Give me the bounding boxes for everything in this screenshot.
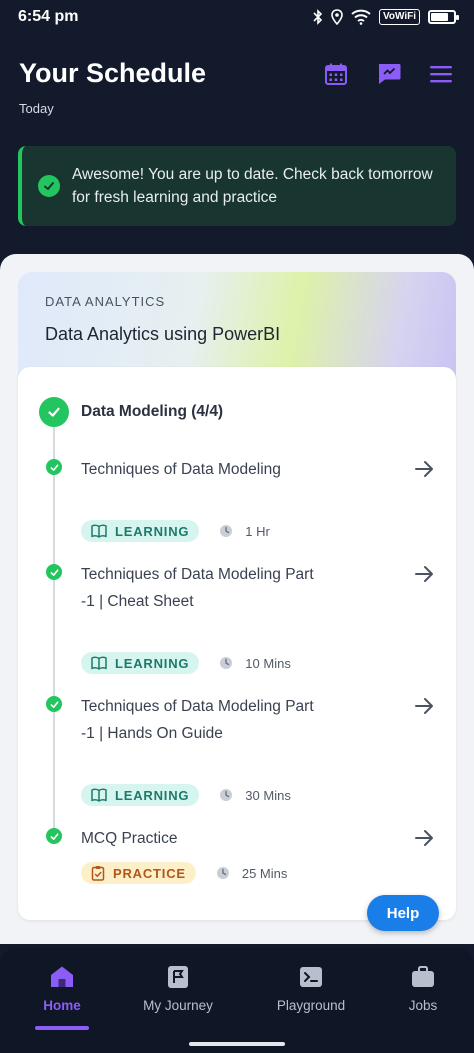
module-card: Data Modeling (4/4) Techniques of Data M…: [18, 367, 456, 920]
arrow-right-icon[interactable]: [413, 563, 435, 585]
wifi-icon: [351, 9, 371, 25]
item-check-icon: [46, 564, 62, 580]
nav-label: Jobs: [408, 998, 438, 1013]
item-check-icon: [46, 696, 62, 712]
vowifi-badge: VoWiFi: [378, 9, 420, 25]
item-meta: PRACTICE 25 Mins: [81, 862, 287, 884]
banner-message: Awesome! You are up to date. Check back …: [72, 166, 433, 206]
item-type: PRACTICE: [113, 865, 186, 881]
arrow-right-icon[interactable]: [413, 695, 435, 717]
item-title: Techniques of Data Modeling Part -1 | Ha…: [81, 698, 314, 742]
learning-badge: LEARNING: [81, 520, 200, 542]
calendar-icon[interactable]: [322, 60, 350, 88]
help-button[interactable]: Help: [367, 895, 439, 931]
status-icons: VoWiFi: [313, 9, 459, 25]
course-category: DATA ANALYTICS: [45, 294, 166, 309]
bluetooth-icon: [313, 9, 323, 25]
clock-icon: [220, 789, 233, 801]
item-duration: 30 Mins: [245, 787, 291, 803]
arrow-right-icon[interactable]: [413, 458, 435, 480]
location-icon: [331, 9, 343, 25]
item-type: LEARNING: [115, 523, 190, 539]
item-check-icon: [46, 459, 62, 475]
battery-icon: [428, 10, 459, 24]
clock-icon: [220, 657, 233, 669]
learning-badge: LEARNING: [81, 784, 200, 806]
menu-icon[interactable]: [427, 60, 455, 88]
schedule-sheet: DATA ANALYTICS Data Analytics using Powe…: [0, 254, 474, 944]
clipboard-icon: [91, 866, 105, 881]
journey-flag-icon: [165, 964, 191, 990]
status-time: 6:54 pm: [18, 8, 79, 25]
section-title: Data Modeling (4/4): [81, 403, 224, 420]
item-type: LEARNING: [115, 787, 190, 803]
terminal-icon: [298, 964, 324, 990]
item-duration: 10 Mins: [245, 655, 291, 671]
nav-jobs[interactable]: Jobs: [393, 948, 453, 1032]
clock-icon: [220, 525, 233, 537]
item-title: Techniques of Data Modeling: [81, 461, 281, 478]
briefcase-icon: [410, 964, 436, 990]
nav-playground[interactable]: Playground: [261, 948, 361, 1032]
bottom-nav: Home My Journey Playground Jobs: [0, 948, 474, 1053]
chat-icon[interactable]: [375, 60, 403, 88]
item-meta: LEARNING 10 Mins: [81, 652, 291, 674]
book-icon: [91, 524, 107, 538]
nav-label: My Journey: [143, 998, 213, 1013]
nav-home[interactable]: Home: [22, 948, 102, 1032]
item-title: Techniques of Data Modeling Part -1 | Ch…: [81, 566, 314, 610]
home-icon: [49, 964, 75, 990]
item-meta: LEARNING 30 Mins: [81, 784, 291, 806]
page-title: Your Schedule: [19, 58, 207, 88]
page-subtitle: Today: [19, 101, 54, 116]
status-bar: 6:54 pm VoWiFi: [0, 0, 474, 34]
item-duration: 1 Hr: [245, 523, 270, 539]
item-check-icon: [46, 828, 62, 844]
item-meta: LEARNING 1 Hr: [81, 520, 270, 542]
book-icon: [91, 656, 107, 670]
check-circle-icon: [38, 175, 60, 197]
arrow-right-icon[interactable]: [413, 827, 435, 849]
practice-badge: PRACTICE: [81, 862, 196, 884]
nav-my-journey[interactable]: My Journey: [128, 948, 228, 1032]
clock-icon: [216, 867, 229, 879]
item-type: LEARNING: [115, 655, 190, 671]
timeline-line: [53, 413, 55, 829]
active-nav-indicator: [35, 1026, 89, 1030]
course-name: Data Analytics using PowerBI: [45, 324, 281, 344]
item-title: MCQ Practice: [81, 830, 178, 847]
item-duration: 25 Mins: [241, 865, 288, 881]
up-to-date-banner: Awesome! You are up to date. Check back …: [18, 146, 456, 226]
learning-badge: LEARNING: [81, 652, 200, 674]
book-icon: [91, 788, 107, 802]
schedule-header: Your Schedule Today Awesome! You are up …: [0, 34, 474, 254]
nav-label: Home: [43, 998, 81, 1013]
section-check-icon: [39, 397, 69, 427]
nav-label: Playground: [276, 998, 346, 1013]
system-home-indicator[interactable]: [189, 1042, 285, 1046]
